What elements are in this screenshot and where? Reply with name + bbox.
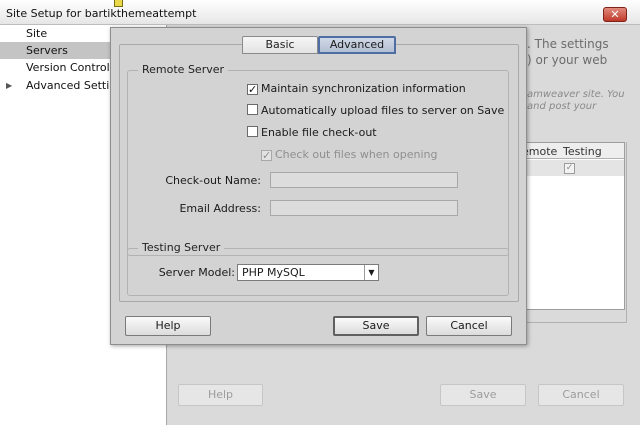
close-button[interactable]: ✕ (603, 7, 627, 22)
maintain-sync-checkbox[interactable]: ✓ (247, 84, 258, 95)
servers-hint-line: and post your (527, 101, 597, 112)
checkout-on-open-checkbox: ✓ (261, 149, 272, 162)
sidebar-item-label: Version Control (26, 61, 110, 74)
server-model-value: PHP MySQL (242, 266, 305, 279)
testing-server-legend: Testing Server (138, 241, 225, 254)
remote-server-group: Remote Server (127, 63, 509, 256)
tab-basic[interactable]: Basic (242, 36, 318, 54)
tab-advanced[interactable]: Advanced (318, 36, 396, 54)
server-list-table: emote Testing ✓ (517, 142, 625, 310)
auto-upload-label: Automatically upload files to server on … (261, 104, 505, 117)
sidebar-item-label: Servers (26, 44, 68, 57)
email-address-label: Email Address: (179, 202, 261, 215)
checkout-name-label: Check-out Name: (165, 174, 261, 187)
remote-server-legend: Remote Server (138, 63, 229, 76)
checkout-on-open-option: ✓ Check out files when opening (261, 148, 438, 162)
enable-checkout-checkbox[interactable] (247, 126, 258, 137)
server-settings-dialog: Basic Advanced Remote Server ✓ Maintain s… (110, 27, 527, 345)
column-header-testing[interactable]: Testing (563, 145, 602, 158)
server-model-select[interactable]: PHP MySQL ▼ (237, 264, 379, 281)
site-save-button[interactable]: Save (440, 384, 526, 406)
window-title: Site Setup for bartikthemeattempt (6, 7, 197, 20)
auto-upload-option[interactable]: Automatically upload files to server on … (247, 104, 504, 118)
auto-upload-checkbox[interactable] (247, 104, 258, 115)
enable-checkout-label: Enable file check-out (261, 126, 377, 139)
column-header-remote[interactable]: emote (522, 145, 557, 158)
sidebar-item-label: Site (26, 27, 48, 40)
servers-hint-line: amweaver site. You (527, 89, 625, 100)
servers-description-line: ) or your web (527, 53, 608, 67)
server-model-label: Server Model: (158, 266, 235, 279)
help-button[interactable]: Help (125, 316, 211, 336)
app-icon (114, 0, 123, 7)
save-button[interactable]: Save (333, 316, 419, 336)
chevron-down-icon[interactable]: ▼ (364, 265, 378, 280)
maintain-sync-option[interactable]: ✓ Maintain synchronization information (247, 82, 466, 96)
testing-checkbox[interactable]: ✓ (564, 163, 575, 174)
checkout-name-field (270, 172, 458, 188)
expand-arrow-icon[interactable]: ▶ (6, 77, 12, 94)
site-help-button[interactable]: Help (178, 384, 263, 406)
site-cancel-button[interactable]: Cancel (538, 384, 624, 406)
table-header: emote Testing (518, 143, 624, 159)
email-address-field (270, 200, 458, 216)
servers-description-line: . The settings (527, 37, 609, 51)
divider (626, 142, 627, 322)
table-row[interactable]: ✓ (518, 160, 624, 176)
window-title-bar: Site Setup for bartikthemeattempt ✕ (0, 0, 640, 25)
enable-checkout-option[interactable]: Enable file check-out (247, 126, 377, 140)
cancel-button[interactable]: Cancel (426, 316, 512, 336)
maintain-sync-label: Maintain synchronization information (261, 82, 466, 95)
checkout-on-open-label: Check out files when opening (275, 148, 438, 161)
